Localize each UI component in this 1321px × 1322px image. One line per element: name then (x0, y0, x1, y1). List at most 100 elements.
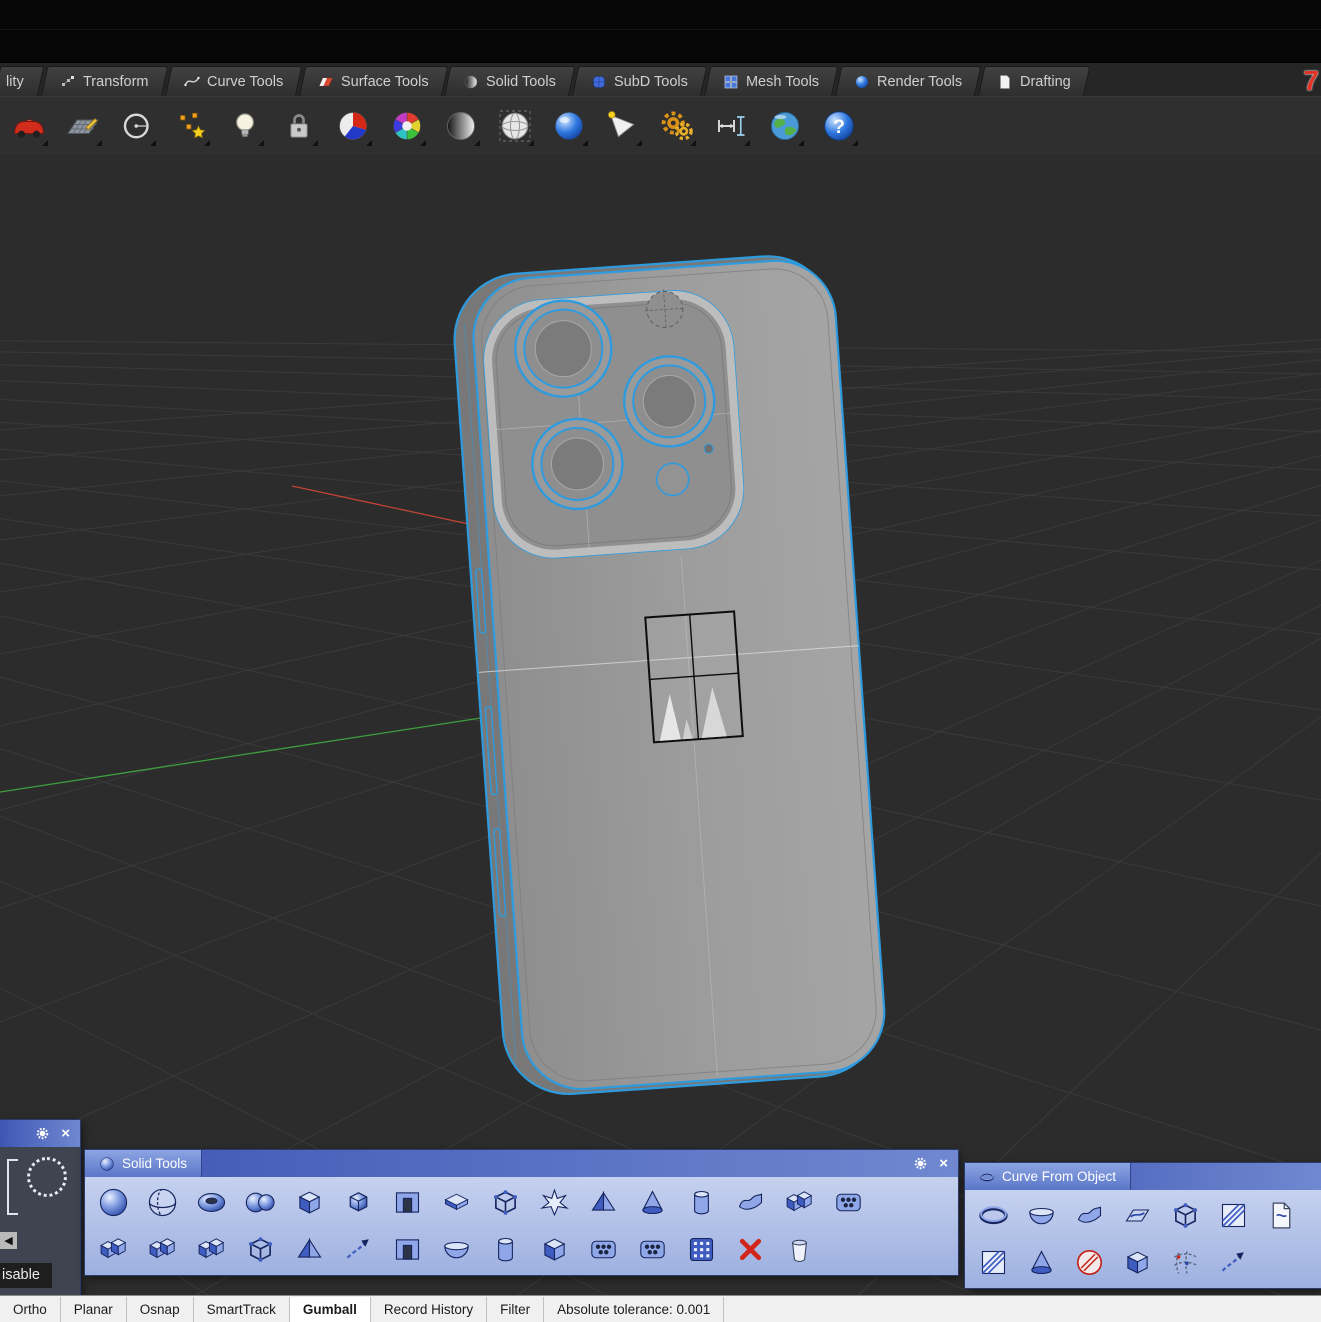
place-holes-icon[interactable] (628, 1228, 677, 1272)
silhouette-icon[interactable] (1017, 1241, 1065, 1285)
wireframe-sphere-icon[interactable] (492, 103, 537, 149)
status-osnap[interactable]: Osnap (127, 1297, 194, 1322)
fillet-edge-icon[interactable] (334, 1228, 383, 1272)
sphere-diameter-icon[interactable] (138, 1181, 187, 1225)
solid-tools-tab[interactable]: Solid Tools (85, 1150, 202, 1177)
earth-icon[interactable] (762, 103, 807, 149)
collapse-arrow-icon[interactable]: ◀ (0, 1232, 17, 1249)
panel-close-icon[interactable]: × (61, 1126, 70, 1141)
curve-from-object-row2 (969, 1239, 1317, 1286)
cylinder-icon[interactable] (677, 1181, 726, 1225)
polygon-prism-icon[interactable] (334, 1181, 383, 1225)
box-icon[interactable] (285, 1181, 334, 1225)
cplane-grid-icon[interactable] (60, 103, 105, 149)
torus-icon[interactable] (187, 1181, 236, 1225)
tab-surface-tools[interactable]: Surface Tools (299, 66, 448, 96)
help-icon[interactable]: ? (816, 103, 861, 149)
car-icon[interactable] (6, 103, 51, 149)
point-cloud-icon[interactable] (168, 103, 213, 149)
panel-gear-icon[interactable] (35, 1126, 50, 1141)
round-hole-icon[interactable] (579, 1228, 628, 1272)
split-solid-icon[interactable] (775, 1181, 824, 1225)
pie-chart-icon[interactable] (330, 103, 375, 149)
measure-distance-icon[interactable] (708, 103, 753, 149)
section-icon[interactable] (1113, 1194, 1161, 1238)
status-ortho[interactable]: Ortho (0, 1297, 61, 1322)
pipe-spheres-icon[interactable] (236, 1181, 285, 1225)
move-face-icon[interactable] (530, 1228, 579, 1272)
tab-render-tools[interactable]: Render Tools (835, 66, 982, 96)
shaded-sphere-icon[interactable] (438, 103, 483, 149)
render-sphere-icon (854, 74, 870, 90)
contour-icon[interactable] (1257, 1194, 1305, 1238)
question-glyph: ? (833, 116, 845, 138)
delete-hole-icon[interactable] (726, 1228, 775, 1272)
boolean-split-icon[interactable] (236, 1228, 285, 1272)
section-profile-icon[interactable] (1065, 1241, 1113, 1285)
purge-bucket-icon[interactable] (775, 1228, 824, 1272)
intersect-objects-icon[interactable] (1209, 1194, 1257, 1238)
project-curve-icon[interactable] (1017, 1194, 1065, 1238)
tab-drafting[interactable]: Drafting (978, 66, 1090, 96)
dotted-circle-icon[interactable] (27, 1157, 67, 1197)
circle-tool-icon[interactable] (114, 103, 159, 149)
cone-icon[interactable] (628, 1181, 677, 1225)
tab-transform[interactable]: Transform (41, 66, 168, 96)
drafting-page-icon (998, 74, 1014, 90)
solid-control-points-icon[interactable] (530, 1181, 579, 1225)
boolean-union-icon[interactable] (89, 1228, 138, 1272)
left-dock-label: isable (0, 1263, 52, 1288)
tab-solid-tools[interactable]: Solid Tools (444, 66, 575, 96)
hatch-curves-icon[interactable] (969, 1241, 1017, 1285)
spotlight-icon[interactable] (600, 103, 645, 149)
tab-mesh-tools[interactable]: Mesh Tools (704, 66, 838, 96)
logo-plate (645, 611, 743, 742)
material-sphere-icon[interactable] (546, 103, 591, 149)
marquee-bracket-icon (7, 1159, 18, 1215)
surface-icon (318, 74, 334, 90)
array-points-icon[interactable] (677, 1228, 726, 1272)
color-wheel-icon[interactable] (384, 103, 429, 149)
wedge-icon[interactable] (579, 1181, 628, 1225)
settings-gears-icon[interactable] (654, 103, 699, 149)
slab-icon[interactable] (432, 1181, 481, 1225)
status-record-history[interactable]: Record History (371, 1297, 487, 1322)
sphere-icon[interactable] (89, 1181, 138, 1225)
cap-planar-holes-icon[interactable] (432, 1228, 481, 1272)
panel-close-icon[interactable]: × (939, 1156, 948, 1171)
duplicate-border-icon[interactable] (1065, 1194, 1113, 1238)
status-filter[interactable]: Filter (487, 1297, 544, 1322)
extract-surface-icon[interactable] (383, 1228, 432, 1272)
viewport-perspective[interactable] (0, 154, 1321, 1296)
wire-cut-icon[interactable] (481, 1228, 530, 1272)
tab-curve-tools[interactable]: Curve Tools (165, 66, 303, 96)
mini-panel-titlebar[interactable]: × (0, 1120, 80, 1147)
scene-canvas (0, 154, 1321, 1296)
curve-from-object-titlebar[interactable]: Curve From Object (965, 1163, 1321, 1190)
curve-from-object-tab[interactable]: Curve From Object (965, 1163, 1131, 1190)
tab-utility[interactable]: lity (0, 66, 44, 96)
y-axis (0, 716, 494, 792)
status-gumball[interactable]: Gumball (290, 1297, 371, 1322)
hole-maker-icon[interactable] (824, 1181, 873, 1225)
boolean-intersection-icon[interactable] (187, 1228, 236, 1272)
status-smarttrack[interactable]: SmartTrack (194, 1297, 290, 1322)
boolean-difference-icon[interactable] (138, 1228, 187, 1272)
extract-wireframe-icon[interactable] (1161, 1194, 1209, 1238)
solid-tools-titlebar[interactable]: Solid Tools × (85, 1150, 958, 1177)
box-edges-icon[interactable] (481, 1181, 530, 1225)
status-planar[interactable]: Planar (61, 1297, 127, 1322)
curve-through-points-icon[interactable] (1161, 1241, 1209, 1285)
shell-solid-icon[interactable] (285, 1228, 334, 1272)
extrude-opening-icon[interactable] (383, 1181, 432, 1225)
surface-to-solid-icon[interactable] (726, 1181, 775, 1225)
lightbulb-icon[interactable] (222, 103, 267, 149)
panel-gear-icon[interactable] (913, 1156, 928, 1171)
lock-icon[interactable] (276, 103, 321, 149)
solid-tools-panel: Solid Tools × (85, 1150, 958, 1275)
extract-isocurve-icon[interactable] (969, 1194, 1017, 1238)
tab-subd-tools[interactable]: SubD Tools (572, 66, 707, 96)
phone-model[interactable] (450, 252, 888, 1099)
mesh-outline-icon[interactable] (1113, 1241, 1161, 1285)
sketch-curve-icon[interactable] (1209, 1241, 1257, 1285)
